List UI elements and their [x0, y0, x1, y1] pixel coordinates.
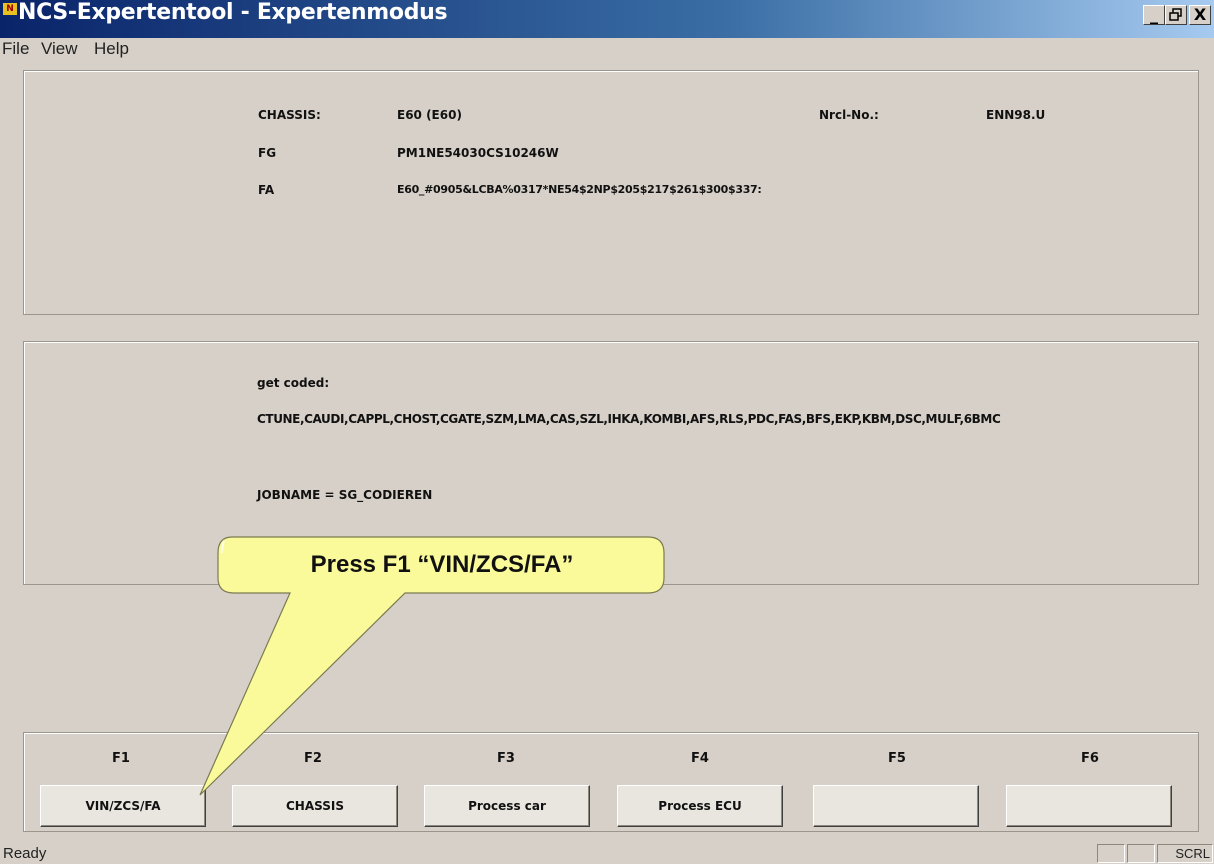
status-bar: Ready SCRL	[0, 842, 1214, 864]
status-cell-scrl: SCRL	[1157, 844, 1213, 863]
status-cell-num	[1127, 844, 1155, 863]
callout-bubble	[199, 536, 665, 796]
status-cell-caps	[1097, 844, 1125, 863]
status-text: Ready	[3, 845, 47, 862]
callout-text: Press F1 “VIN/ZCS/FA”	[310, 551, 574, 578]
